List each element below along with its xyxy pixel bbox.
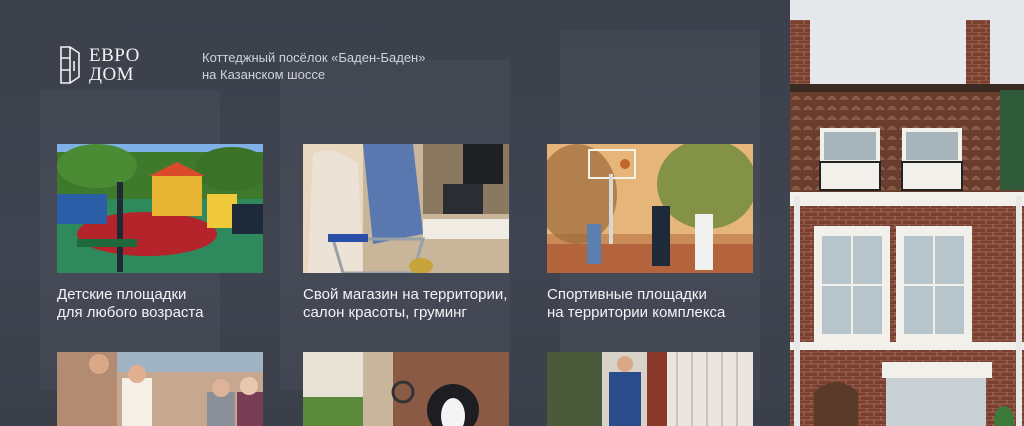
caption-line-2: на территории комплекса [547,304,726,321]
header: ЕВРО ДОМ [57,43,140,87]
feature-caption: Свой магазин на территории, салон красот… [303,286,543,322]
caption-line-1: Свой магазин на территории, [303,286,508,303]
feature-caption: Детские площадки для любого возраста [57,286,297,322]
playground-photo [57,144,263,273]
logo-line-2: ДОМ [89,64,135,85]
townhouse-photo [790,0,1024,426]
feature-card-shop[interactable]: Свой магазин на территории, салон красот… [303,144,509,322]
logo[interactable]: ЕВРО ДОМ [57,43,140,87]
caption-line-2: салон красоты, груминг [303,304,467,321]
tagline-line-1: Коттеджный посёлок «Баден-Баден» [202,50,426,65]
caption-line-1: Детские площадки [57,286,187,303]
family-photo[interactable] [57,352,263,426]
dog-photo[interactable] [303,352,509,426]
logo-line-1: ЕВРО [89,45,140,66]
sports-photo [547,144,753,273]
shop-photo [303,144,509,273]
courier-photo[interactable] [547,352,753,426]
logo-icon [60,46,80,84]
caption-line-2: для любого возраста [57,304,204,321]
tagline-line-2: на Казанском шоссе [202,67,326,82]
caption-line-1: Спортивные площадки [547,286,707,303]
feature-card-sports[interactable]: Спортивные площадки на территории компле… [547,144,753,322]
tagline: Коттеджный посёлок «Баден-Баден» на Каза… [202,49,462,83]
feature-card-playground[interactable]: Детские площадки для любого возраста [57,144,263,322]
features-panel: ЕВРО ДОМ Коттеджный посёлок «Баден-Баден… [0,0,790,426]
feature-caption: Спортивные площадки на территории компле… [547,286,787,322]
